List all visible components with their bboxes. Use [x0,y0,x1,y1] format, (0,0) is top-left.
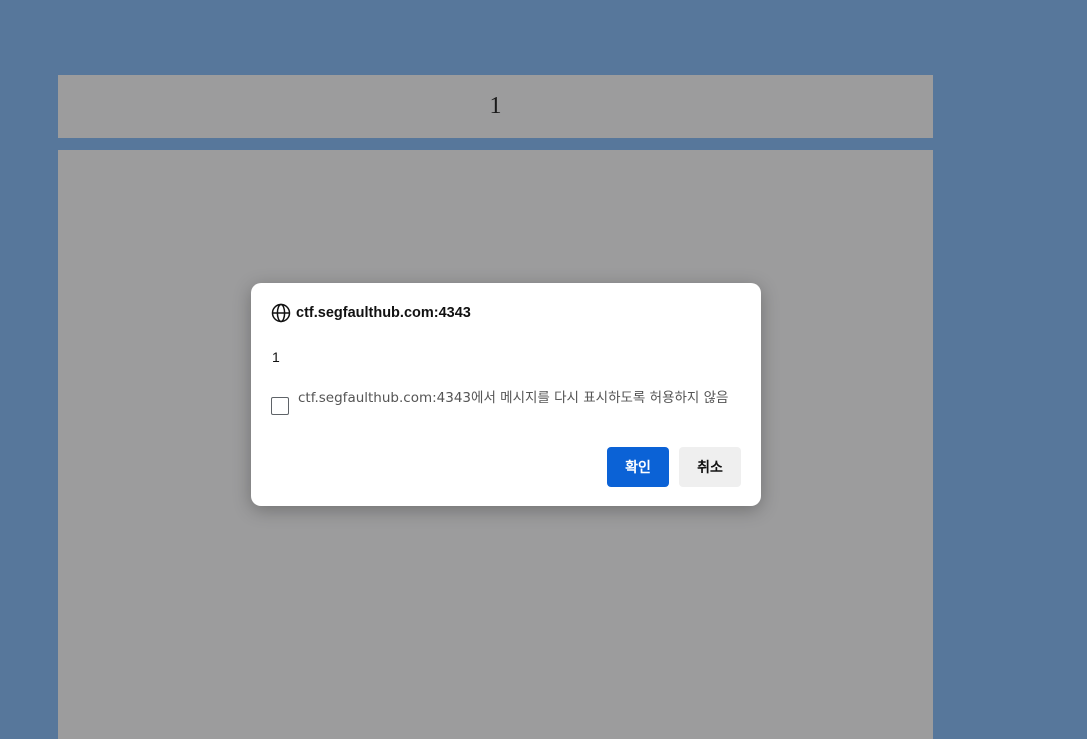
alert-dialog: ctf.segfaulthub.com:4343 1 ctf.segfaulth… [251,283,761,506]
suppress-dialogs-checkbox[interactable] [271,397,289,415]
page-header: 1 [58,75,933,138]
dialog-origin: ctf.segfaulthub.com:4343 [271,303,471,323]
dialog-message: 1 [272,349,280,365]
page-header-text: 1 [489,93,502,119]
ok-button[interactable]: 확인 [607,447,669,487]
suppress-dialogs-option[interactable]: ctf.segfaulthub.com:4343에서 메시지를 다시 표시하도록… [271,388,741,415]
cancel-button[interactable]: 취소 [679,447,741,487]
globe-icon [271,303,291,323]
suppress-dialogs-label: ctf.segfaulthub.com:4343에서 메시지를 다시 표시하도록… [298,390,729,406]
dialog-origin-text: ctf.segfaulthub.com:4343 [296,305,471,321]
